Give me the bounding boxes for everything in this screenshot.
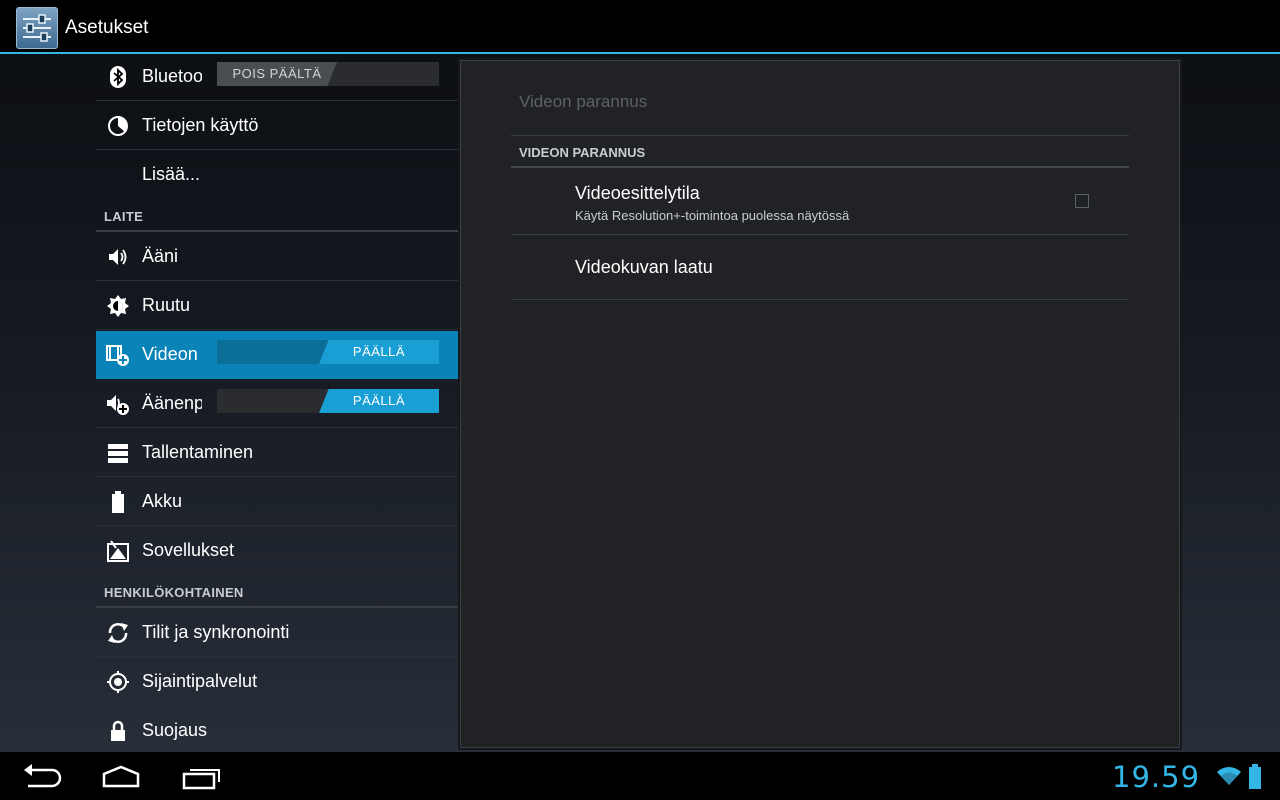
clock[interactable]: 19.59 [1112,760,1200,794]
list-item-label: Ruutu [142,295,191,315]
toggle-state-label: POIS PÄÄLTÄ [217,62,337,86]
video-enhance-icon [106,345,129,366]
video-demo-mode-checkbox[interactable] [1075,194,1089,208]
apps-icon [107,540,129,562]
list-item-storage[interactable]: Tallentaminen [96,429,458,477]
list-item-security[interactable]: Suojaus [96,707,458,752]
battery-icon [112,491,124,513]
pref-title: Videokuvan laatu [575,257,713,277]
list-item-display[interactable]: Ruutu [96,282,458,330]
toggle-state-label: PÄÄLLÄ [319,389,439,413]
action-bar: Asetukset [0,0,1280,54]
list-item-label: Videon parannus [142,344,202,364]
section-header-device: LAITE [96,200,458,232]
list-item-audio-enhancement[interactable]: Äänenparannus PÄÄLLÄ [96,380,458,428]
list-item-data-usage[interactable]: Tietojen käyttö [96,102,458,150]
list-item-label: Lisää... [142,164,201,184]
section-header-personal: HENKILÖKOHTAINEN [96,576,458,608]
list-item-label: Tilit ja synkronointi [142,622,290,642]
preference-category-title: VIDEON PARANNUS [519,145,646,160]
sync-icon [108,623,128,643]
list-item-location[interactable]: Sijaintipalvelut [96,658,458,706]
panel-title: Videon parannus [519,92,648,111]
app-title: Asetukset [65,17,149,38]
back-icon[interactable] [18,760,68,792]
sound-icon [109,249,127,265]
home-icon[interactable] [96,760,146,792]
list-item-label: Tallentaminen [142,442,254,462]
storage-icon [108,444,128,463]
settings-sliders-icon[interactable] [16,7,58,49]
pref-video-demo-mode[interactable]: Videoesittelytila Käytä Resolution+-toim… [511,168,1129,235]
list-item-label: Ääni [142,246,179,266]
list-item-video-enhancement[interactable]: Videon parannus PÄÄLLÄ [96,331,458,379]
system-bar: 19.59 [0,752,1280,800]
location-icon [107,671,129,693]
detail-panel: Videon parannus VIDEON PARANNUS Videoesi… [460,60,1180,748]
list-item-label: Tietojen käyttö [142,115,259,135]
bluetooth-toggle[interactable]: POIS PÄÄLTÄ [217,62,439,86]
lock-icon [111,720,125,741]
recent-apps-icon[interactable] [176,760,226,792]
list-item-apps[interactable]: Sovellukset [96,527,458,575]
battery-status-icon [1249,764,1261,789]
section-header-label: LAITE [104,209,144,224]
list-item-label: Äänenparannus [142,393,202,413]
list-item-label: Sovellukset [142,540,235,560]
pref-title: Videoesittelytila [575,183,700,203]
list-item-label: Sijaintipalvelut [142,671,258,691]
video-enhancement-toggle[interactable]: PÄÄLLÄ [217,340,439,364]
list-item-more[interactable]: Lisää... [96,151,458,199]
pref-summary: Käytä Resolution+-toimintoa puolessa näy… [575,208,850,223]
list-item-label: Suojaus [142,720,208,740]
list-item-label: Bluetooth [142,66,202,86]
settings-list: Bluetooth POIS PÄÄLTÄ Tietojen käyttö Li… [96,56,458,752]
data-usage-icon [108,116,128,136]
section-header-label: HENKILÖKOHTAINEN [104,585,244,600]
toggle-state-label: PÄÄLLÄ [319,340,439,364]
audio-enhancement-toggle[interactable]: PÄÄLLÄ [217,389,439,413]
pref-video-quality[interactable]: Videokuvan laatu [511,235,1129,300]
audio-enhance-icon [107,395,129,415]
list-item-sound[interactable]: Ääni [96,233,458,281]
list-item-accounts-sync[interactable]: Tilit ja synkronointi [96,609,458,657]
wifi-icon [1217,767,1241,785]
bluetooth-icon [110,66,126,88]
display-brightness-icon [107,295,129,317]
divider [511,135,1129,136]
list-item-bluetooth[interactable]: Bluetooth POIS PÄÄLTÄ [96,56,458,101]
list-item-label: Akku [142,491,183,511]
list-item-battery[interactable]: Akku [96,478,458,526]
